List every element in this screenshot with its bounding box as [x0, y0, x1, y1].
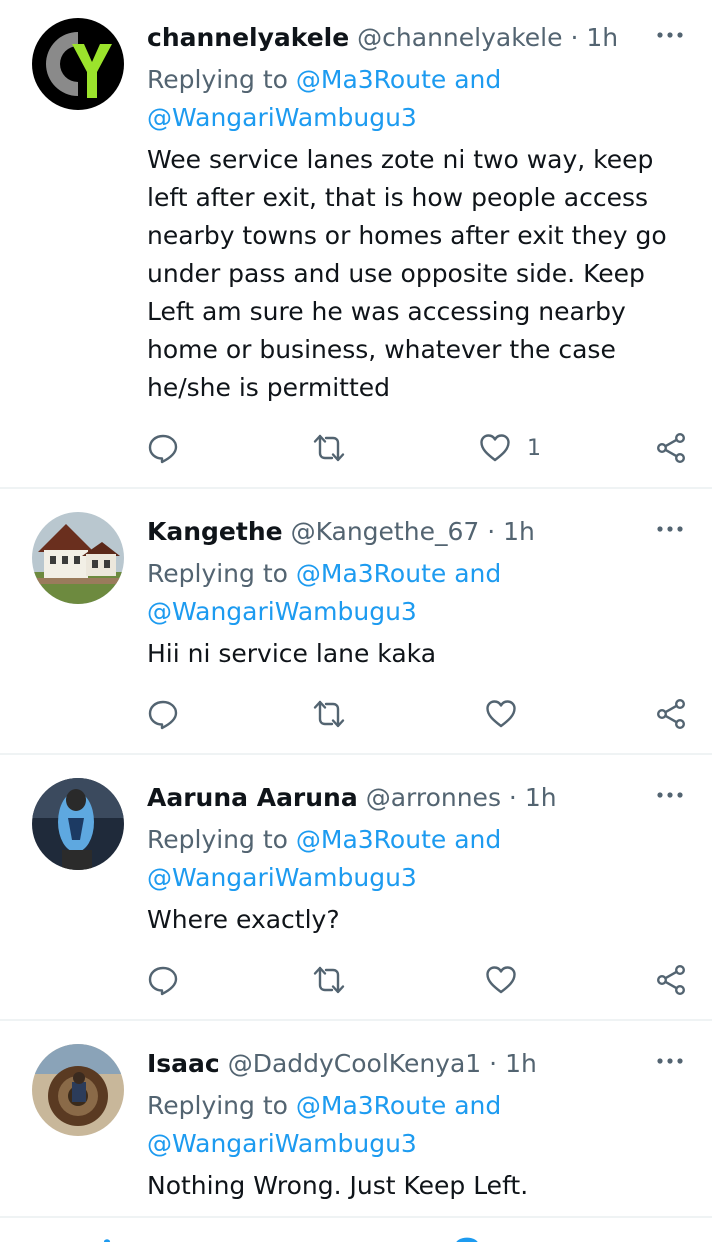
retweet-button[interactable] [313, 694, 345, 734]
tweet-text: Where exactly? [147, 905, 340, 934]
tweet-actions [147, 694, 692, 734]
like-button[interactable] [485, 694, 517, 734]
tweet[interactable]: Aaruna Aaruna @arronnes · 1h Replying to… [0, 756, 712, 1021]
display-name[interactable]: channelyakele [147, 23, 349, 52]
heart-icon [486, 966, 516, 994]
retweet-arrows-icon [313, 966, 345, 994]
display-name[interactable]: Isaac [147, 1049, 220, 1078]
more-dots-icon [657, 792, 683, 798]
heart-icon [480, 434, 510, 462]
reply-button[interactable] [147, 428, 179, 468]
divider [0, 753, 712, 755]
like-button[interactable] [485, 960, 517, 1000]
more-options-button[interactable] [654, 513, 686, 545]
replying-to: Replying to @Ma3Route and @WangariWambug… [147, 821, 684, 897]
timestamp[interactable]: 1h [586, 23, 618, 52]
mention-link[interactable]: @Ma3Route and [296, 559, 501, 588]
user-handle[interactable]: @arronnes [366, 783, 501, 812]
mention-link[interactable]: @Ma3Route and [296, 825, 501, 854]
more-options-button[interactable] [654, 19, 686, 51]
divider [0, 487, 712, 489]
separator-dot: · [570, 23, 579, 52]
mention-link[interactable]: @WangariWambugu3 [147, 597, 417, 626]
reply-button[interactable] [147, 694, 179, 734]
avatar-wheel-photo [32, 1044, 124, 1136]
tweet-header: Isaac @DaddyCoolKenya1 · 1h [147, 1045, 684, 1083]
like-button[interactable]: 1 [479, 428, 541, 468]
user-handle[interactable]: @DaddyCoolKenya1 [228, 1049, 482, 1078]
tweet-text: Nothing Wrong. Just Keep Left. [147, 1171, 529, 1200]
timestamp[interactable]: 1h [505, 1049, 537, 1078]
user-handle[interactable]: @channelyakele [357, 23, 562, 52]
retweet-arrows-icon [313, 434, 345, 462]
reply-button[interactable] [147, 960, 179, 1000]
tweet-header: Aaruna Aaruna @arronnes · 1h [147, 779, 684, 817]
avatar[interactable] [32, 778, 124, 870]
avatar[interactable] [32, 1044, 124, 1136]
mention-link[interactable]: @WangariWambugu3 [147, 863, 417, 892]
retweet-arrows-icon [313, 700, 345, 728]
replying-to: Replying to @Ma3Route and @WangariWambug… [147, 61, 684, 137]
bottom-nav-bar [0, 1216, 712, 1242]
avatar-person-photo [32, 778, 124, 870]
tweet-actions: 1 [147, 428, 692, 468]
separator-dot: · [487, 517, 496, 546]
separator-dot: · [508, 783, 517, 812]
tweet[interactable]: channelyakele @channelyakele · 1h Replyi… [0, 0, 712, 489]
more-dots-icon [657, 1058, 683, 1064]
share-icon [657, 965, 686, 996]
timestamp[interactable]: 1h [503, 517, 535, 546]
share-icon [657, 699, 686, 730]
tweet[interactable]: Isaac @DaddyCoolKenya1 · 1h Replying to … [0, 1022, 712, 1216]
replying-to-label: Replying to [147, 1091, 296, 1120]
more-options-button[interactable] [654, 779, 686, 811]
avatar[interactable] [32, 512, 124, 604]
retweet-button[interactable] [313, 428, 345, 468]
avatar[interactable] [32, 18, 124, 110]
tweet-actions [147, 960, 692, 1000]
more-dots-icon [657, 526, 683, 532]
display-name[interactable]: Aaruna Aaruna [147, 783, 358, 812]
retweet-button[interactable] [313, 960, 345, 1000]
timestamp[interactable]: 1h [525, 783, 557, 812]
replying-to-label: Replying to [147, 65, 296, 94]
share-icon [657, 433, 686, 464]
tweet[interactable]: Kangethe @Kangethe_67 · 1h Replying to @… [0, 490, 712, 755]
home-icon[interactable] [101, 1236, 113, 1242]
replying-to: Replying to @Ma3Route and @WangariWambug… [147, 555, 684, 631]
mention-link[interactable]: @Ma3Route and [296, 1091, 501, 1120]
share-button[interactable] [655, 428, 687, 468]
share-button[interactable] [655, 694, 687, 734]
like-count: 1 [527, 435, 541, 461]
replying-to-label: Replying to [147, 559, 296, 588]
mention-link[interactable]: @Ma3Route and [296, 65, 501, 94]
replying-to: Replying to @Ma3Route and @WangariWambug… [147, 1087, 684, 1163]
tweet-text: Hii ni service lane kaka [147, 639, 437, 668]
avatar-house-photo [32, 512, 124, 604]
replying-to-label: Replying to [147, 825, 296, 854]
user-handle[interactable]: @Kangethe_67 [291, 517, 480, 546]
speech-bubble-icon [148, 700, 178, 730]
separator-dot: · [489, 1049, 498, 1078]
speech-bubble-icon [148, 966, 178, 996]
tweet-header: channelyakele @channelyakele · 1h [147, 19, 684, 57]
more-options-button[interactable] [654, 1045, 686, 1077]
notifications-icon[interactable] [452, 1236, 482, 1242]
display-name[interactable]: Kangethe [147, 517, 283, 546]
divider [0, 1019, 712, 1021]
more-dots-icon [657, 32, 683, 38]
share-button[interactable] [655, 960, 687, 1000]
heart-icon [486, 700, 516, 728]
tweet-text: Wee service lanes zote ni two way, keep … [147, 145, 675, 402]
speech-bubble-icon [148, 434, 178, 464]
avatar-cy-logo [32, 18, 124, 110]
mention-link[interactable]: @WangariWambugu3 [147, 103, 417, 132]
mention-link[interactable]: @WangariWambugu3 [147, 1129, 417, 1158]
tweet-header: Kangethe @Kangethe_67 · 1h [147, 513, 684, 551]
